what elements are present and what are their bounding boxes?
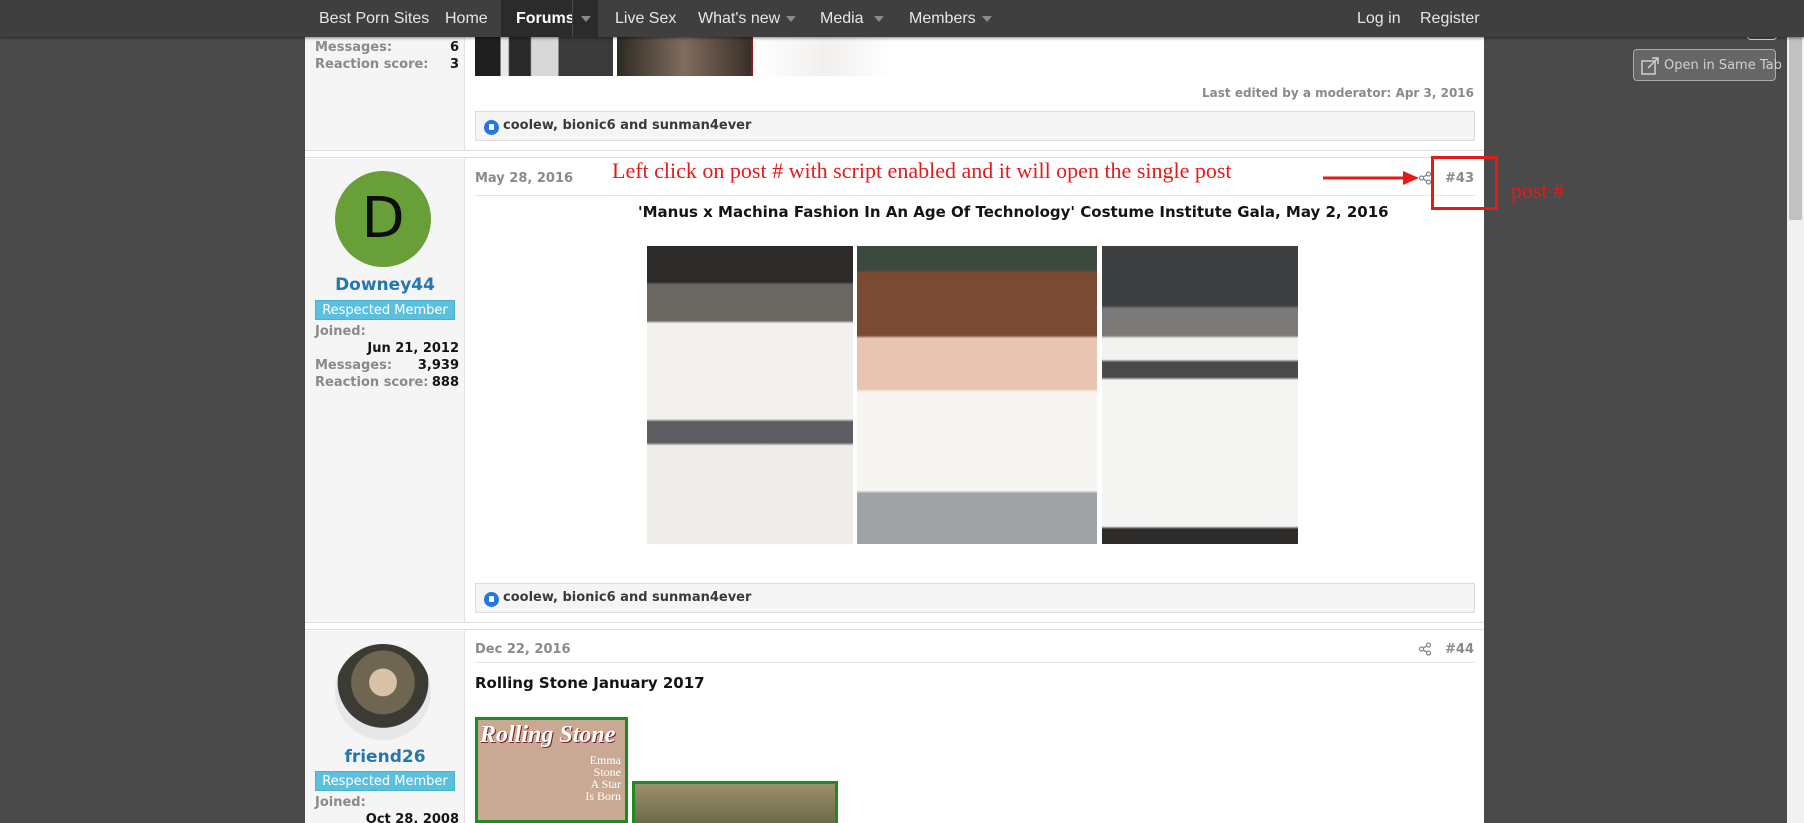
nav-media[interactable]: Media	[820, 0, 864, 37]
user-title-badge: Respected Member	[315, 300, 455, 320]
whats-new-dropdown-icon[interactable]	[778, 0, 804, 37]
like-icon	[484, 592, 499, 607]
reactions-bar[interactable]: coolew, bionic6 and sunman4ever	[475, 111, 1475, 141]
stat-label: Reaction score:	[315, 57, 429, 72]
stat-label: Joined:	[315, 324, 366, 339]
gala-photo[interactable]	[1102, 246, 1298, 544]
post-image[interactable]	[757, 37, 892, 76]
user-column: friend26 Respected Member Joined: Oct 28…	[305, 631, 465, 823]
annotation-label: post #	[1511, 178, 1565, 203]
magazine-photo[interactable]	[632, 781, 838, 823]
annotation-arrow-icon	[1323, 171, 1419, 185]
external-link-icon	[1641, 57, 1659, 75]
cover-line: Is Born	[585, 789, 621, 803]
scrollbar-thumb[interactable]	[1789, 30, 1802, 220]
share-icon[interactable]	[1418, 642, 1432, 656]
nav-register[interactable]: Register	[1420, 0, 1480, 37]
joined-stat: Joined:	[315, 795, 459, 810]
gala-photo[interactable]	[857, 246, 1097, 544]
magazine-masthead: Rolling Stone	[480, 722, 616, 748]
like-icon	[484, 120, 499, 135]
messages-stat: Messages: 3,939	[315, 358, 459, 373]
user-column: D Downey44 Respected Member Joined: Jun …	[305, 159, 465, 622]
post-date[interactable]: Dec 22, 2016	[475, 642, 571, 657]
joined-date: Oct 28, 2008	[365, 812, 459, 823]
reactions-bar[interactable]: coolew, bionic6 and sunman4ever	[475, 583, 1475, 613]
stat-value: 3	[449, 57, 459, 72]
post-image[interactable]	[617, 37, 753, 76]
post-43: D Downey44 Respected Member Joined: Jun …	[305, 159, 1484, 622]
nav-best-porn-sites[interactable]: Best Porn Sites	[319, 0, 429, 37]
reaction-score-stat: Reaction score: 3	[315, 57, 459, 72]
gala-photo[interactable]	[647, 246, 853, 544]
username[interactable]: friend26	[305, 747, 465, 767]
avatar[interactable]: D	[335, 171, 431, 267]
open-in-same-tab-button[interactable]: Open in Same Tab	[1633, 49, 1782, 81]
annotation-highlight-box	[1431, 156, 1498, 210]
post-divider	[305, 622, 1484, 630]
media-dropdown-icon[interactable]	[866, 0, 892, 37]
post-title: 'Manus x Machina Fashion In An Age Of Te…	[638, 203, 1389, 221]
page-scrollbar[interactable]	[1787, 0, 1804, 823]
nav-members[interactable]: Members	[909, 0, 976, 37]
post-divider	[305, 150, 1484, 158]
user-title-badge: Respected Member	[315, 771, 455, 791]
post-date[interactable]: May 28, 2016	[475, 171, 573, 186]
stat-label: Messages:	[315, 40, 393, 55]
stat-label: Reaction score:	[315, 375, 429, 390]
annotation-instruction: Left click on post # with script enabled…	[612, 158, 1232, 183]
magazine-cover-lines: Emma Stone A Star Is Born	[585, 754, 621, 802]
top-navigation: Best Porn Sites Home Forums Live Sex Wha…	[0, 0, 1804, 37]
nav-whats-new[interactable]: What's new	[698, 0, 780, 37]
magazine-cover-image[interactable]: Rolling Stone Emma Stone A Star Is Born	[475, 717, 628, 823]
nav-login[interactable]: Log in	[1357, 0, 1401, 37]
messages-stat: Messages: 6	[315, 40, 459, 55]
last-edited-note: Last edited by a moderator: Apr 3, 2016	[1202, 86, 1474, 100]
nav-live-sex[interactable]: Live Sex	[615, 0, 676, 37]
thread-page: Messages: 6 Reaction score: 3 Last edite…	[305, 0, 1484, 823]
reaction-users[interactable]: coolew, bionic6 and sunman4ever	[503, 118, 751, 133]
post-header-divider	[475, 195, 1475, 196]
avatar[interactable]	[335, 644, 431, 740]
stat-value: 3,939	[417, 358, 459, 373]
stat-value: 6	[449, 40, 459, 55]
post-title: Rolling Stone January 2017	[475, 674, 705, 692]
joined-stat: Joined:	[315, 324, 459, 339]
open-in-same-tab-label: Open in Same Tab	[1664, 58, 1782, 73]
reaction-users[interactable]: coolew, bionic6 and sunman4ever	[503, 590, 751, 605]
joined-date: Jun 21, 2012	[367, 341, 459, 356]
reaction-score-stat: Reaction score: 888	[315, 375, 459, 390]
post-header-divider	[475, 662, 1475, 663]
forums-dropdown-icon[interactable]	[572, 0, 598, 37]
username[interactable]: Downey44	[305, 275, 465, 295]
stat-label: Messages:	[315, 358, 393, 373]
nav-home[interactable]: Home	[445, 0, 488, 37]
post-44: friend26 Respected Member Joined: Oct 28…	[305, 631, 1484, 823]
stat-value: 888	[431, 375, 459, 390]
post-image[interactable]	[475, 37, 613, 76]
stat-label: Joined:	[315, 795, 366, 810]
post-number-link[interactable]: #44	[1445, 642, 1474, 657]
members-dropdown-icon[interactable]	[974, 0, 1000, 37]
